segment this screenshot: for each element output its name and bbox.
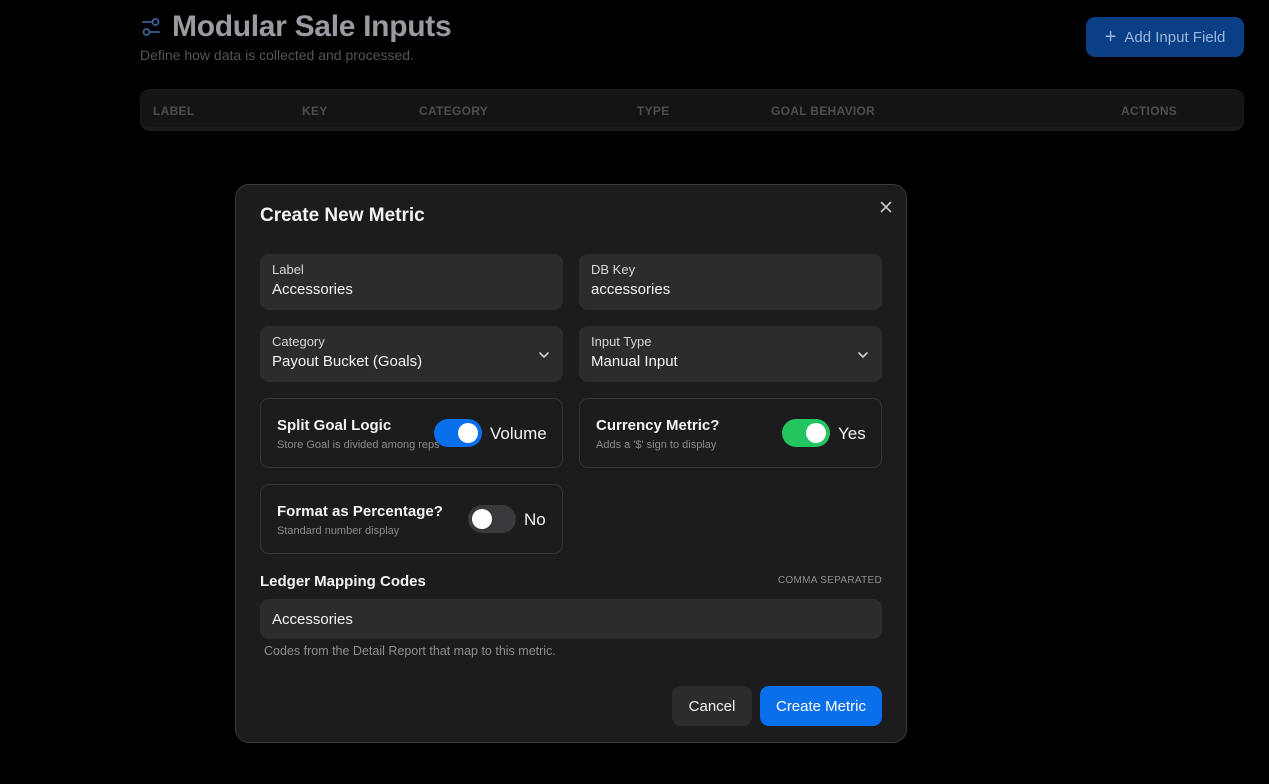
ledger-mapping-input[interactable]: [260, 599, 882, 639]
sliders-icon: [140, 16, 162, 38]
db-key-field-label: DB Key: [591, 262, 636, 277]
add-input-field-label: Add Input Field: [1124, 28, 1226, 46]
category-select-label: Category: [272, 334, 325, 349]
format-percentage-state: No: [524, 510, 546, 529]
category-select-value: Payout Bucket (Goals): [272, 353, 423, 370]
page-subtitle: Define how data is collected and process…: [140, 47, 414, 63]
input-type-select[interactable]: Input Type Manual Input: [579, 326, 882, 382]
ledger-mapping-hint: COMMA SEPARATED: [777, 575, 882, 586]
modal-title: Create New Metric: [260, 205, 425, 226]
table-header: LABEL KEY CATEGORY TYPE GOAL BEHAVIOR AC…: [140, 89, 1244, 131]
format-percentage-card: Format as Percentage? Standard number di…: [260, 484, 563, 554]
split-goal-logic-title: Split Goal Logic: [277, 417, 392, 434]
format-percentage-title: Format as Percentage?: [277, 503, 443, 520]
toggle-knob: [458, 423, 478, 443]
column-header-category: CATEGORY: [419, 104, 489, 118]
column-header-label: LABEL: [153, 104, 195, 118]
db-key-field-value[interactable]: accessories: [591, 281, 670, 298]
ledger-mapping-help: Codes from the Detail Report that map to…: [264, 644, 556, 658]
split-goal-logic-description: Store Goal is divided among reps: [277, 439, 440, 451]
close-button[interactable]: [876, 197, 896, 217]
currency-metric-card: Currency Metric? Adds a '$' sign to disp…: [579, 398, 882, 468]
input-type-select-value: Manual Input: [591, 353, 678, 370]
format-percentage-toggle[interactable]: [468, 505, 516, 533]
chevron-down-icon: [858, 352, 868, 358]
plus-icon: +: [1104, 26, 1117, 48]
close-icon: [880, 201, 892, 213]
cancel-button[interactable]: Cancel: [672, 686, 752, 726]
label-field[interactable]: Label Accessories: [260, 254, 563, 310]
label-field-value[interactable]: Accessories: [272, 281, 353, 298]
format-percentage-description: Standard number display: [277, 525, 400, 537]
column-header-key: KEY: [302, 104, 328, 118]
ledger-mapping-label: Ledger Mapping Codes: [260, 573, 426, 590]
split-goal-logic-card: Split Goal Logic Store Goal is divided a…: [260, 398, 563, 468]
create-metric-button[interactable]: Create Metric: [760, 686, 882, 726]
currency-metric-state: Yes: [838, 424, 866, 443]
page-title: Modular Sale Inputs: [172, 10, 452, 43]
toggle-knob: [806, 423, 826, 443]
column-header-goal-behavior: GOAL BEHAVIOR: [771, 104, 876, 118]
db-key-field[interactable]: DB Key accessories: [579, 254, 882, 310]
chevron-down-icon: [539, 352, 549, 358]
create-metric-modal: Create New Metric Label Accessories DB K…: [235, 184, 907, 743]
column-header-type: TYPE: [637, 104, 670, 118]
currency-metric-title: Currency Metric?: [596, 417, 720, 434]
add-input-field-button[interactable]: + Add Input Field: [1086, 17, 1244, 57]
currency-metric-toggle[interactable]: [782, 419, 830, 447]
label-field-label: Label: [272, 262, 304, 277]
input-type-select-label: Input Type: [591, 334, 652, 349]
split-goal-logic-toggle[interactable]: [434, 419, 482, 447]
category-select[interactable]: Category Payout Bucket (Goals): [260, 326, 563, 382]
page-header: Modular Sale Inputs: [140, 10, 452, 44]
split-goal-logic-state: Volume: [490, 424, 547, 443]
column-header-actions: ACTIONS: [1121, 104, 1178, 118]
toggle-knob: [472, 509, 492, 529]
currency-metric-description: Adds a '$' sign to display: [596, 439, 717, 451]
